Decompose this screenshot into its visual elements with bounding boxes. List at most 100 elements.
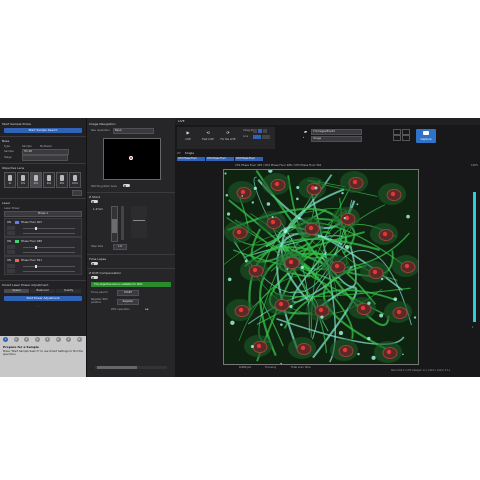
adjust-tab-quality[interactable]: Quality: [56, 289, 81, 293]
tip-text: Press "Start Sample Search" to use Smart…: [3, 350, 83, 357]
scale-top-label: 100%: [471, 164, 479, 167]
fluorescent-speck: [227, 277, 232, 282]
laser-power-preset[interactable]: Phase 1: [4, 211, 82, 217]
objective-lens-3[interactable]: 40x: [43, 172, 55, 188]
register-button[interactable]: Register: [117, 299, 139, 305]
more-link[interactable]: . . .: [36, 305, 40, 308]
folder-icon[interactable]: ▰: [303, 129, 308, 134]
adjust-tab-balanced[interactable]: Balanced: [30, 289, 55, 293]
zdc-operation-label: ZDC operation: [111, 308, 130, 311]
tab-single[interactable]: Single: [185, 151, 194, 155]
objective-settings-button[interactable]: [72, 190, 82, 196]
channel-state[interactable]: ON: [7, 259, 11, 262]
laser-power-slider[interactable]: [23, 227, 75, 230]
gain-value-field[interactable]: [7, 250, 15, 254]
acquisition-toolbar: ▶ LIVE ⟲ Fast LIVE ⟳ Fix the LIVE Integration…: [177, 127, 275, 149]
gain-value-field[interactable]: [7, 269, 15, 273]
objective-lens-2[interactable]: 20x: [30, 172, 42, 188]
nucleolus: [334, 263, 340, 269]
tool-fix-the-live-button[interactable]: ⟳ Fix the LIVE: [219, 129, 237, 147]
workflow-step-3[interactable]: 3: [24, 337, 29, 342]
scale-bottom-label: 1: [472, 326, 474, 329]
panel-scrollbar[interactable]: [95, 366, 167, 369]
laser-power-slider[interactable]: [23, 265, 75, 268]
workflow-step-4[interactable]: 4: [34, 337, 40, 342]
zstack-section-title: Z Stack: [89, 195, 101, 199]
zdc-toggle[interactable]: [91, 276, 98, 279]
channel-tag[interactable]: CH3 Phase Fluor: [235, 157, 263, 161]
type-option-sample[interactable]: Sample: [22, 145, 32, 148]
channel-state[interactable]: ON: [7, 240, 11, 243]
gain-slider[interactable]: [23, 233, 75, 234]
tool-live-button[interactable]: ▶ LIVE: [179, 129, 197, 147]
nucleolus: [240, 189, 246, 195]
objective-lens-0[interactable]: 4x: [4, 172, 16, 188]
line-mode-toggle[interactable]: [253, 135, 271, 139]
objective-lens-5[interactable]: 100x: [69, 172, 81, 188]
fluorescent-speck: [380, 277, 384, 281]
type-option-multiwell[interactable]: Multiwell: [40, 145, 52, 148]
channel-name: Phase Fluor 405: [21, 221, 42, 224]
workflow-step-7[interactable]: 7: [66, 337, 71, 342]
objective-lens-1[interactable]: 10x: [17, 172, 29, 188]
z-position-bar[interactable]: [121, 206, 124, 240]
fluorescent-speck: [251, 201, 254, 204]
start-sample-search-button[interactable]: Start Sample Search: [4, 128, 82, 133]
integration-stepper[interactable]: [253, 129, 271, 133]
microscope-image[interactable]: [223, 169, 419, 365]
file-name-field[interactable]: Image: [311, 136, 362, 142]
tool-fast-live-button[interactable]: ⟲ Fast LIVE: [199, 129, 217, 147]
single-view-icon[interactable]: [393, 135, 401, 141]
fluorescent-speck: [317, 235, 320, 237]
power-value-field[interactable]: [7, 264, 15, 268]
power-value-field[interactable]: [7, 226, 15, 230]
objective-lens-4[interactable]: 60x: [56, 172, 68, 188]
workflow-step-2[interactable]: 2: [13, 337, 19, 342]
workflow-step-6[interactable]: 6: [55, 337, 61, 342]
nav-mode-select[interactable]: Basic: [113, 128, 154, 134]
save-path-field[interactable]: C:\Images\Exp01: [311, 129, 362, 135]
adjust-tab-speed[interactable]: Speed: [4, 289, 29, 293]
intensity-bar[interactable]: [473, 192, 476, 322]
laser-channel-row: ON Phase Fluor 561: [4, 256, 82, 275]
position-marker[interactable]: [129, 156, 133, 160]
nucleolus: [396, 309, 402, 315]
laser-power-slider[interactable]: [23, 246, 75, 249]
workflow-step-1[interactable]: 1: [3, 337, 8, 342]
power-value-field[interactable]: [7, 245, 15, 249]
nucleolus: [342, 347, 348, 353]
overlay-view-icon[interactable]: [402, 135, 410, 141]
intensity-scale: 100% 1: [471, 164, 478, 360]
channel-tag[interactable]: CH1 Phase Fluor: [177, 157, 205, 161]
objective-section-title: Objective Lens: [2, 166, 25, 170]
nucleolus: [300, 345, 306, 351]
channel-state[interactable]: ON: [7, 221, 11, 224]
camera-icon: [423, 131, 429, 135]
fluorescent-speck: [226, 212, 231, 216]
gain-value-field[interactable]: [7, 231, 15, 235]
fluorescent-speck: [280, 323, 283, 326]
z-range-slider[interactable]: [111, 206, 118, 242]
time-lapse-toggle[interactable]: [91, 262, 98, 265]
start-power-adjustment-button[interactable]: Start Power Adjustment: [4, 296, 82, 301]
step-size-input[interactable]: 1.0: [113, 244, 127, 250]
zstack-toggle[interactable]: [91, 200, 98, 203]
gain-slider[interactable]: [23, 252, 75, 253]
workflow-step-8[interactable]: 8: [76, 337, 82, 342]
focus-start-button[interactable]: START: [117, 290, 139, 296]
fluorescent-speck: [413, 316, 417, 319]
status-scan-time: Total scan time: [291, 366, 311, 369]
stage-select[interactable]: [22, 155, 68, 161]
nucleolus: [236, 229, 242, 235]
workflow-step-5[interactable]: 5: [45, 337, 50, 342]
gain-slider[interactable]: [23, 271, 75, 272]
tool-label: Fast LIVE: [202, 138, 214, 141]
stitching-toggle[interactable]: [123, 184, 130, 187]
channel-tag[interactable]: CH2 Phase Fluor: [206, 157, 234, 161]
capture-button[interactable]: Capture: [416, 129, 436, 143]
navigation-preview[interactable]: [103, 138, 161, 180]
channel-color-swatch: [15, 259, 19, 262]
tab-live[interactable]: LIVE: [178, 119, 185, 123]
laser-channel-row: ON Phase Fluor 488: [4, 237, 82, 256]
tab-xy[interactable]: XY: [177, 151, 181, 155]
